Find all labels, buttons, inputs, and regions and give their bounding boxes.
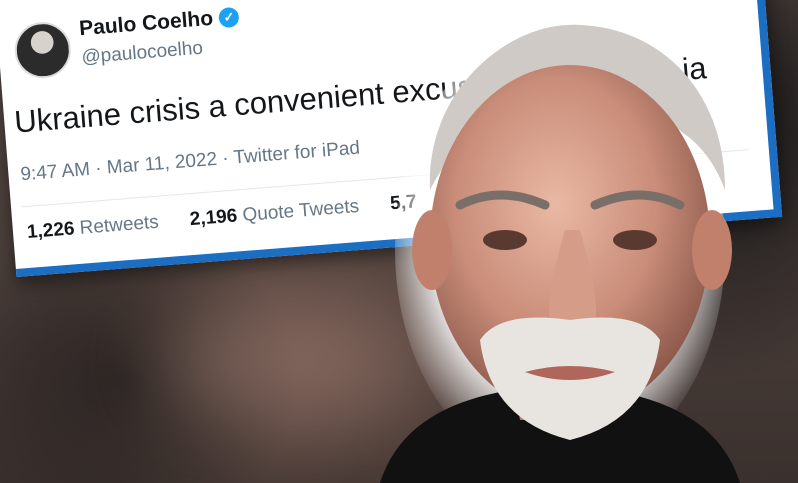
retweets-label: Retweets xyxy=(78,211,160,239)
retweets-stat[interactable]: 1,226 Retweets xyxy=(26,212,159,243)
avatar[interactable] xyxy=(12,20,73,81)
verified-badge-icon: ✓ xyxy=(218,6,240,29)
tweet-author[interactable]: Paulo Coelho ✓ xyxy=(78,5,240,41)
author-name[interactable]: Paulo Coelho xyxy=(78,7,214,40)
quote-tweets-stat[interactable]: 2,196 Quote Tweets xyxy=(189,196,360,230)
retweets-count: 1,226 xyxy=(26,218,76,243)
portrait-photo xyxy=(380,24,740,483)
quote-tweets-count: 2,196 xyxy=(189,205,239,231)
author-handle[interactable]: @paulocoelho xyxy=(81,38,204,69)
quote-tweets-label: Quote Tweets xyxy=(241,195,360,227)
tweet-timestamp[interactable]: 9:47 AM · Mar 11, 2022 · Twitter for iPa… xyxy=(20,138,361,187)
